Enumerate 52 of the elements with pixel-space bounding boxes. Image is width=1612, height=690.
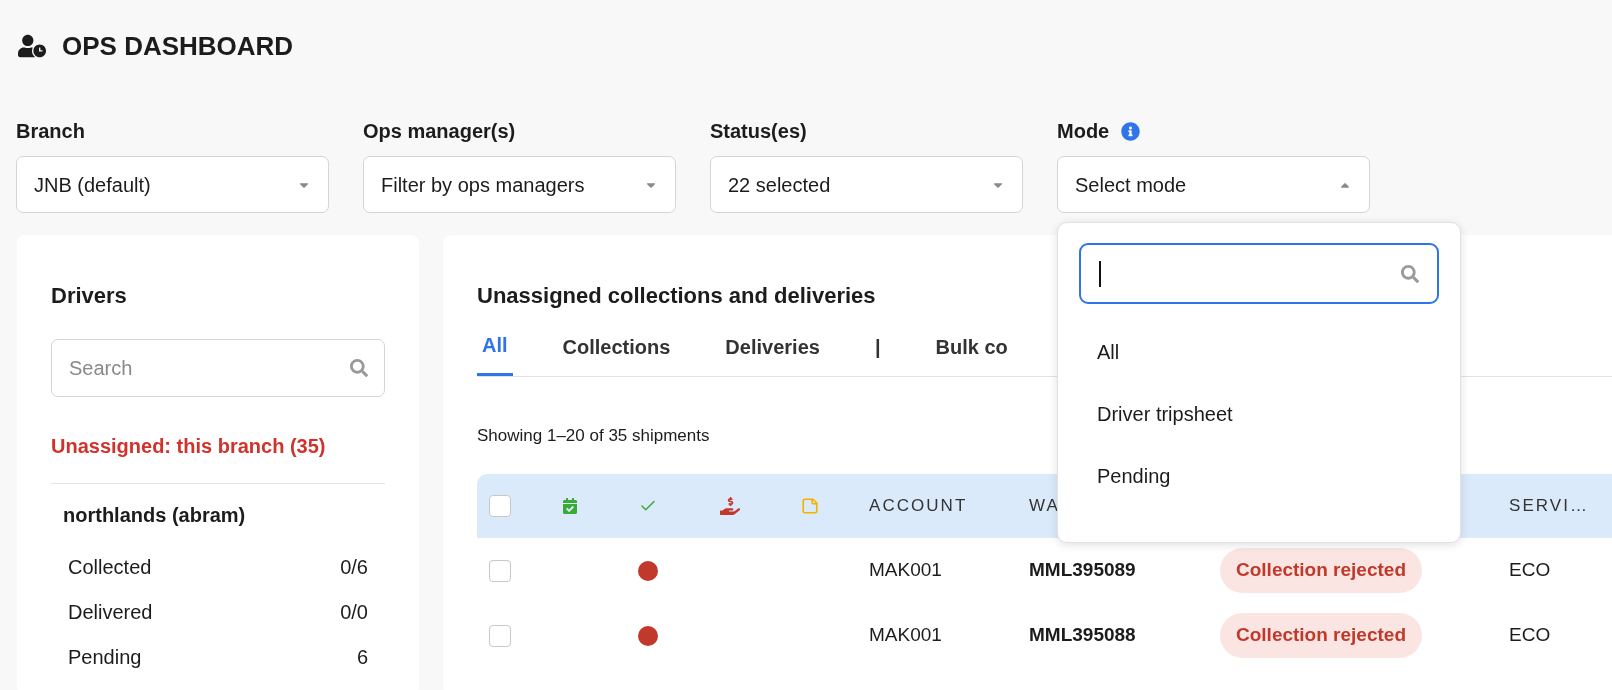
service-cell: ECO (1509, 559, 1551, 581)
select-field[interactable]: 22 selected (710, 156, 1023, 213)
dropdown-search-field[interactable] (1079, 243, 1439, 304)
select-all-checkbox[interactable] (489, 495, 511, 517)
tab[interactable]: Collections (557, 317, 676, 376)
stat-value: 0/6 (340, 554, 368, 580)
stat-value: 6 (356, 644, 368, 670)
results-count: Showing 1–20 of 35 shipments (477, 426, 710, 445)
row-checkbox[interactable] (489, 559, 511, 582)
filter-label: Ops manager(s) (363, 119, 516, 144)
calendar-check-icon (562, 498, 578, 514)
tab[interactable]: Bulk co (930, 317, 1013, 376)
search-icon (350, 359, 368, 377)
filter-label: Mode (1057, 119, 1110, 144)
filter-label: Branch (16, 119, 85, 144)
account-cell: MAK001 (869, 624, 942, 646)
tab[interactable]: Deliveries (720, 317, 825, 376)
unassigned-link[interactable]: Unassigned: this branch (35) (51, 431, 385, 461)
account-cell: MAK001 (869, 559, 942, 581)
stat-label: Pending (68, 644, 142, 670)
waybill-cell: MML395089 (1029, 559, 1136, 581)
column-header: ACCOUNT (869, 495, 968, 518)
dropdown-option[interactable]: Pending (1079, 445, 1439, 507)
sticky-note-icon (801, 497, 819, 515)
stat-value: 0/0 (340, 599, 368, 625)
dropdown-option[interactable]: Driver tripsheet (1079, 383, 1439, 445)
status-badge: Collection rejected (1220, 613, 1422, 658)
panel-title: Unassigned collections and deliveries (477, 282, 877, 307)
dropdown-option[interactable]: All (1079, 321, 1439, 383)
tab[interactable]: | (869, 317, 886, 376)
search-icon (1401, 264, 1419, 283)
column-header: WA (1029, 495, 1060, 518)
info-icon[interactable] (1121, 121, 1141, 141)
select-field[interactable]: Select mode (1057, 156, 1370, 213)
panel-title: Drivers (51, 282, 128, 307)
stat-label: Collected (68, 554, 152, 580)
select-field[interactable]: JNB (default) (16, 156, 329, 213)
row-checkbox[interactable] (489, 624, 511, 647)
search-field[interactable]: Search (51, 339, 385, 397)
page-title: OPS DASHBOARD (62, 29, 294, 63)
select-field[interactable]: Filter by ops managers (363, 156, 676, 213)
filter-label: Status(es) (710, 119, 807, 144)
waybill-cell: MML395088 (1029, 624, 1136, 646)
service-cell: ECO (1509, 624, 1551, 646)
column-header: SERVI… (1509, 495, 1589, 518)
driver-group-name[interactable]: northlands (abram) (51, 500, 385, 530)
tab[interactable]: All (477, 317, 513, 376)
text-cursor (1099, 260, 1101, 287)
stat-label: Delivered (68, 599, 153, 625)
status-badge: Collection rejected (1220, 548, 1422, 593)
hand-coin-icon (720, 496, 740, 516)
user-clock-icon (18, 34, 46, 58)
